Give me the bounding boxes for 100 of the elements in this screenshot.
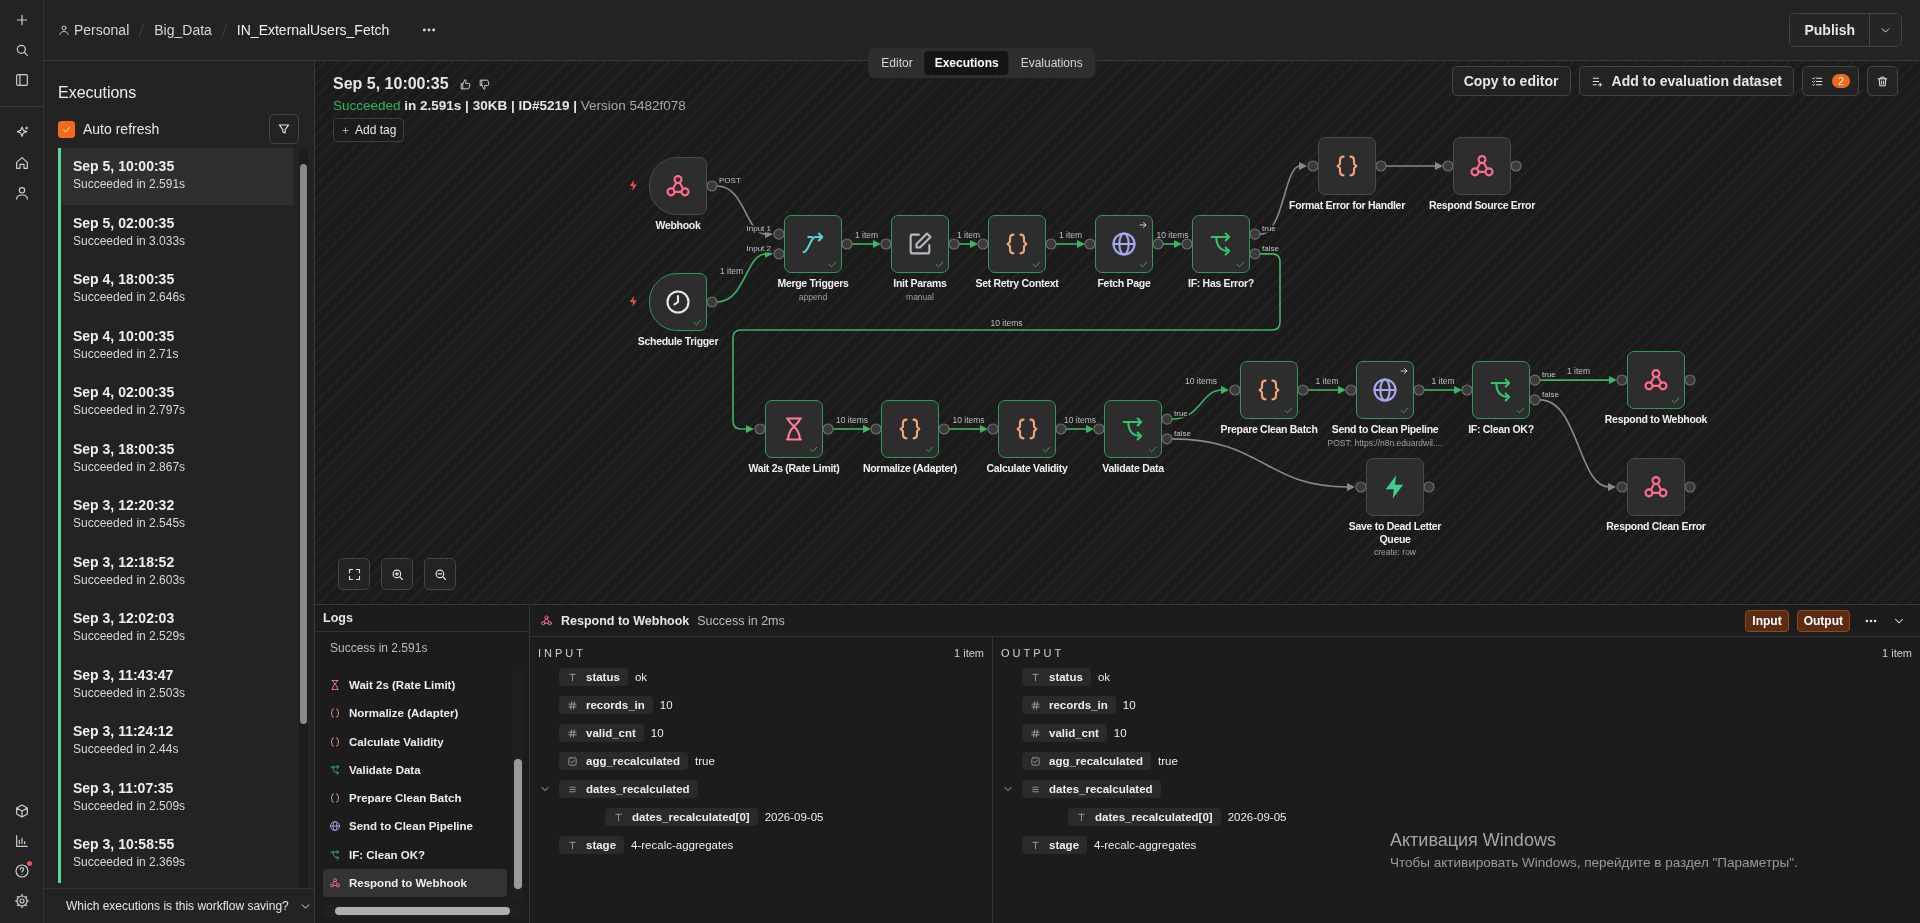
log-entry[interactable]: Respond to Webhook	[323, 868, 507, 897]
execution-item[interactable]: Sep 3, 11:07:35 Succeeded in 2.509s	[58, 769, 293, 826]
pane-toggle-button[interactable]: Input	[1745, 609, 1789, 632]
execution-item[interactable]: Sep 3, 12:02:03 Succeeded in 2.529s	[58, 600, 293, 657]
log-entry[interactable]: IF: Clean OK?	[323, 840, 507, 869]
execution-item[interactable]: Sep 5, 02:00:35 Succeeded in 3.033s	[58, 204, 293, 261]
execution-item[interactable]: Sep 3, 11:24:12 Succeeded in 2.44s	[58, 713, 293, 770]
workflow-node[interactable]	[1318, 137, 1376, 195]
workflow-node[interactable]	[1453, 137, 1511, 195]
output-handle[interactable]	[1684, 481, 1696, 493]
output-handle[interactable]	[1297, 384, 1309, 396]
workflow-node[interactable]	[1627, 458, 1685, 516]
output-handle[interactable]	[1161, 433, 1173, 445]
log-entry[interactable]: Normalize (Adapter)	[323, 699, 507, 728]
thumbs-down-button[interactable]	[477, 77, 491, 91]
output-handle[interactable]	[1529, 394, 1541, 406]
scrollbar[interactable]	[323, 905, 521, 917]
execution-item[interactable]: Sep 4, 18:00:35 Succeeded in 2.646s	[58, 261, 293, 318]
output-handle[interactable]	[948, 238, 960, 250]
input-handle[interactable]	[754, 423, 766, 435]
workflow-node[interactable]	[1627, 351, 1685, 409]
input-handle[interactable]	[1345, 384, 1357, 396]
workflow-node[interactable]	[1356, 361, 1414, 419]
output-handle[interactable]	[1055, 423, 1067, 435]
view-tab[interactable]: Evaluations	[1010, 51, 1093, 75]
output-handle[interactable]	[1249, 228, 1261, 240]
input-handle[interactable]	[1093, 423, 1105, 435]
workflow-node[interactable]	[1366, 458, 1424, 516]
execution-item[interactable]: Sep 5, 10:00:35 Succeeded in 2.591s	[58, 148, 293, 205]
workflow-node[interactable]	[784, 215, 842, 273]
output-handle[interactable]	[1423, 481, 1435, 493]
input-handle[interactable]	[1307, 160, 1319, 172]
execution-item[interactable]: Sep 3, 18:00:35 Succeeded in 2.867s	[58, 430, 293, 487]
view-tab[interactable]: Editor	[871, 51, 923, 75]
breadcrumb-link[interactable]: IN_ExternalUsers_Fetch	[236, 22, 390, 38]
workflow-node[interactable]	[988, 215, 1046, 273]
workflow-node[interactable]	[998, 400, 1056, 458]
filter-button[interactable]	[269, 114, 299, 144]
workflow-node[interactable]	[1472, 361, 1530, 419]
execution-item[interactable]: Sep 3, 11:43:47 Succeeded in 2.503s	[58, 656, 293, 713]
input-handle[interactable]	[1616, 481, 1628, 493]
workflow-node[interactable]	[1240, 361, 1298, 419]
output-handle[interactable]	[938, 423, 950, 435]
log-entry[interactable]: Validate Data	[323, 755, 507, 784]
execution-item[interactable]: Sep 4, 10:00:35 Succeeded in 2.71s	[58, 317, 293, 374]
pane-toggle-button[interactable]: Output	[1796, 609, 1850, 632]
output-handle[interactable]	[1510, 160, 1522, 172]
execution-item[interactable]: Sep 4, 02:00:35 Succeeded in 2.797s	[58, 374, 293, 431]
output-handle[interactable]	[706, 180, 718, 192]
output-handle[interactable]	[1684, 374, 1696, 386]
execution-item[interactable]: Sep 3, 12:18:52 Succeeded in 2.603s	[58, 543, 293, 600]
workflow-node[interactable]	[649, 273, 707, 331]
workflow-node[interactable]	[1095, 215, 1153, 273]
breadcrumb-link[interactable]: Big_Data	[154, 22, 212, 38]
input-handle[interactable]	[1616, 374, 1628, 386]
output-handle[interactable]	[1529, 374, 1541, 386]
saving-settings-link[interactable]: Which executions is this workflow saving?	[66, 899, 289, 913]
output-handle[interactable]	[1413, 384, 1425, 396]
input-handle[interactable]	[1181, 238, 1193, 250]
output-handle[interactable]	[1045, 238, 1057, 250]
input-handle[interactable]	[773, 248, 785, 260]
view-tab[interactable]: Executions	[924, 51, 1009, 75]
input-handle[interactable]	[987, 423, 999, 435]
input-handle[interactable]	[1442, 160, 1454, 172]
output-handle[interactable]	[706, 296, 718, 308]
output-handle[interactable]	[1375, 160, 1387, 172]
log-entry[interactable]: Prepare Clean Batch	[323, 784, 507, 813]
input-handle[interactable]	[1084, 238, 1096, 250]
input-handle[interactable]	[870, 423, 882, 435]
input-handle[interactable]	[880, 238, 892, 250]
zoom-in-button[interactable]	[381, 558, 413, 590]
output-handle[interactable]	[822, 423, 834, 435]
zoom-out-button[interactable]	[424, 558, 456, 590]
scrollbar[interactable]	[513, 671, 523, 901]
breadcrumb-link[interactable]: Personal	[58, 22, 130, 38]
scrollbar[interactable]	[299, 148, 308, 888]
workflow-node[interactable]	[649, 157, 707, 215]
log-entry[interactable]: Wait 2s (Rate Limit)	[323, 671, 507, 700]
add-tag-button[interactable]: Add tag	[333, 118, 405, 142]
input-handle[interactable]	[1229, 384, 1241, 396]
delete-button[interactable]	[1867, 66, 1898, 96]
thumbs-up-button[interactable]	[458, 77, 472, 91]
fit-view-button[interactable]	[338, 558, 370, 590]
input-handle[interactable]	[1355, 481, 1367, 493]
input-handle[interactable]	[773, 228, 785, 240]
execution-item[interactable]: Sep 3, 10:58:55 Succeeded in 2.369s	[58, 826, 293, 883]
output-handle[interactable]	[841, 238, 853, 250]
output-handle[interactable]	[1161, 413, 1173, 425]
workflow-node[interactable]	[891, 215, 949, 273]
log-entry[interactable]: Send to Clean Pipeline	[323, 812, 507, 841]
output-handle[interactable]	[1249, 248, 1261, 260]
output-handle[interactable]	[1152, 238, 1164, 250]
workflow-node[interactable]	[1104, 400, 1162, 458]
input-handle[interactable]	[977, 238, 989, 250]
log-entry[interactable]: Calculate Validity	[323, 727, 507, 756]
workflow-node[interactable]	[1192, 215, 1250, 273]
input-handle[interactable]	[1461, 384, 1473, 396]
workflow-node[interactable]	[881, 400, 939, 458]
auto-refresh-checkbox[interactable]: Auto refresh	[58, 120, 160, 138]
checkbox[interactable]	[58, 120, 75, 138]
